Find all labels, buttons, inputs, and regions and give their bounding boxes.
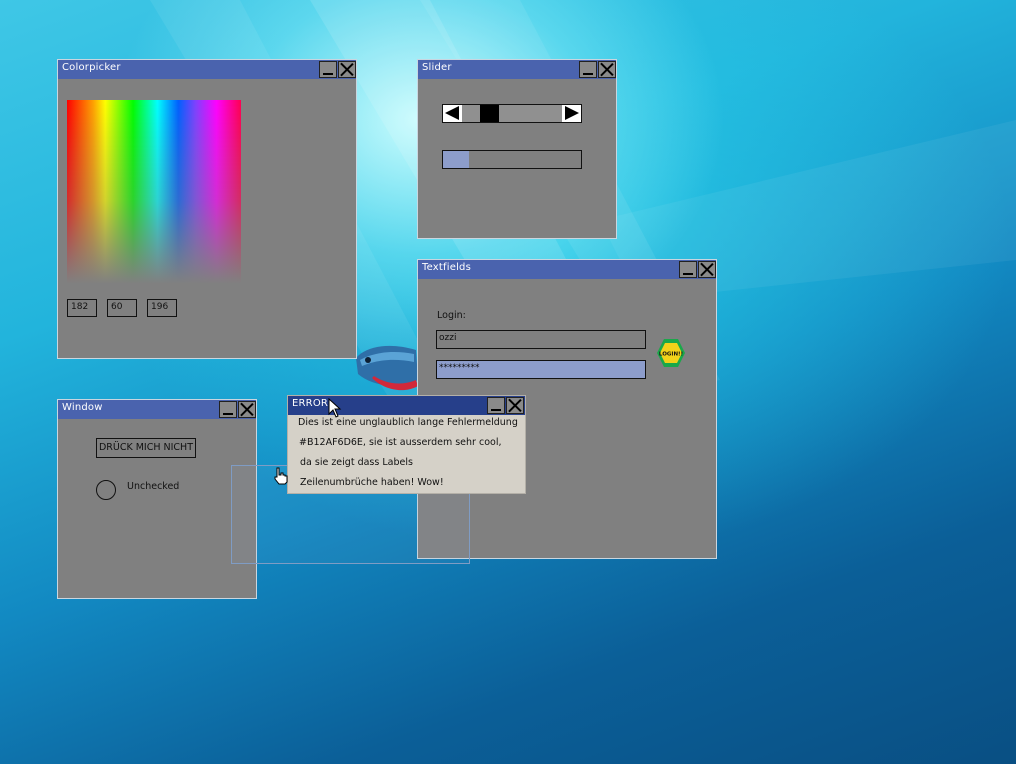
minimize-icon[interactable] <box>579 61 597 78</box>
minimize-icon[interactable] <box>219 401 237 418</box>
progress-fill <box>443 151 469 168</box>
window-titlebar[interactable]: Window <box>58 400 256 419</box>
close-icon[interactable] <box>598 61 616 78</box>
slider-title: Slider <box>422 62 452 73</box>
colorpicker-title: Colorpicker <box>62 62 121 73</box>
radio-button[interactable] <box>96 480 116 500</box>
close-icon[interactable] <box>338 61 356 78</box>
colorpicker-window[interactable]: Colorpicker 182 60 196 <box>57 59 357 359</box>
close-icon[interactable] <box>698 261 716 278</box>
radio-label: Unchecked <box>127 481 180 492</box>
slider-window[interactable]: Slider <box>417 59 617 239</box>
arrow-cursor-icon <box>328 398 342 418</box>
minimize-icon[interactable] <box>487 397 505 414</box>
login-button[interactable]: LOGIN!! <box>656 338 686 368</box>
textfields-titlebar[interactable]: Textfields <box>418 260 716 279</box>
error-message-line: Zeilenumbrüche haben! Wow! <box>300 477 444 488</box>
error-dialog[interactable]: ERROR Dies ist eine unglaublich lange Fe… <box>287 395 526 494</box>
slider-thumb[interactable] <box>480 105 499 122</box>
progress-bar <box>442 150 582 169</box>
arrow-left-icon[interactable] <box>443 105 462 122</box>
blue-value-field[interactable]: 196 <box>147 299 177 317</box>
slider-track[interactable] <box>442 104 582 123</box>
color-spectrum[interactable] <box>67 100 241 284</box>
arrow-right-icon[interactable] <box>562 105 581 122</box>
error-title: ERROR <box>292 398 329 409</box>
close-icon[interactable] <box>238 401 256 418</box>
slider-titlebar[interactable]: Slider <box>418 60 616 79</box>
dont-press-button[interactable]: DRÜCK MICH NICHT <box>96 438 196 458</box>
red-value-field[interactable]: 182 <box>67 299 97 317</box>
window-window[interactable]: Window DRÜCK MICH NICHT Unchecked <box>57 399 257 599</box>
close-icon[interactable] <box>506 397 524 414</box>
username-field[interactable]: ozzi <box>436 330 646 349</box>
colorpicker-titlebar[interactable]: Colorpicker <box>58 60 356 79</box>
minimize-icon[interactable] <box>319 61 337 78</box>
login-button-label: LOGIN!! <box>659 352 683 358</box>
minimize-icon[interactable] <box>679 261 697 278</box>
password-field[interactable]: ********* <box>436 360 646 379</box>
error-titlebar[interactable]: ERROR <box>288 396 525 415</box>
error-message-line: #B12AF6D6E, sie ist ausserdem sehr cool, <box>299 437 502 448</box>
error-message-line: Dies ist eine unglaublich lange Fehlerme… <box>298 417 518 428</box>
window-title: Window <box>62 402 103 413</box>
hand-cursor-icon <box>274 467 288 485</box>
error-message-line: da sie zeigt dass Labels <box>300 457 413 468</box>
login-label: Login: <box>437 310 466 321</box>
textfields-title: Textfields <box>422 262 472 273</box>
green-value-field[interactable]: 60 <box>107 299 137 317</box>
